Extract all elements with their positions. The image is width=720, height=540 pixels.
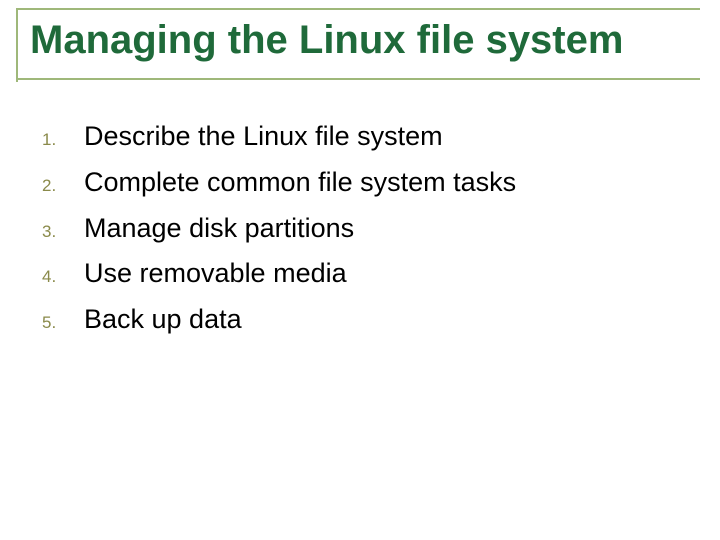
title-underline [16, 78, 700, 80]
slide: Managing the Linux file system 1. Descri… [0, 0, 720, 540]
list-text: Manage disk partitions [84, 212, 354, 246]
list-text: Back up data [84, 303, 242, 337]
slide-title: Managing the Linux file system [30, 18, 700, 62]
list-number: 1. [42, 124, 84, 150]
list-item: 1. Describe the Linux file system [42, 120, 680, 154]
list-item: 2. Complete common file system tasks [42, 166, 680, 200]
numbered-list: 1. Describe the Linux file system 2. Com… [42, 120, 680, 337]
list-text: Use removable media [84, 257, 347, 291]
slide-body: 1. Describe the Linux file system 2. Com… [42, 120, 680, 349]
list-item: 4. Use removable media [42, 257, 680, 291]
list-number: 4. [42, 261, 84, 287]
list-item: 3. Manage disk partitions [42, 212, 680, 246]
title-frame-left [16, 8, 18, 82]
list-text: Complete common file system tasks [84, 166, 516, 200]
list-item: 5. Back up data [42, 303, 680, 337]
title-container: Managing the Linux file system [30, 18, 700, 62]
title-frame-top [16, 8, 700, 10]
list-number: 5. [42, 307, 84, 333]
list-number: 2. [42, 170, 84, 196]
list-number: 3. [42, 216, 84, 242]
list-text: Describe the Linux file system [84, 120, 443, 154]
